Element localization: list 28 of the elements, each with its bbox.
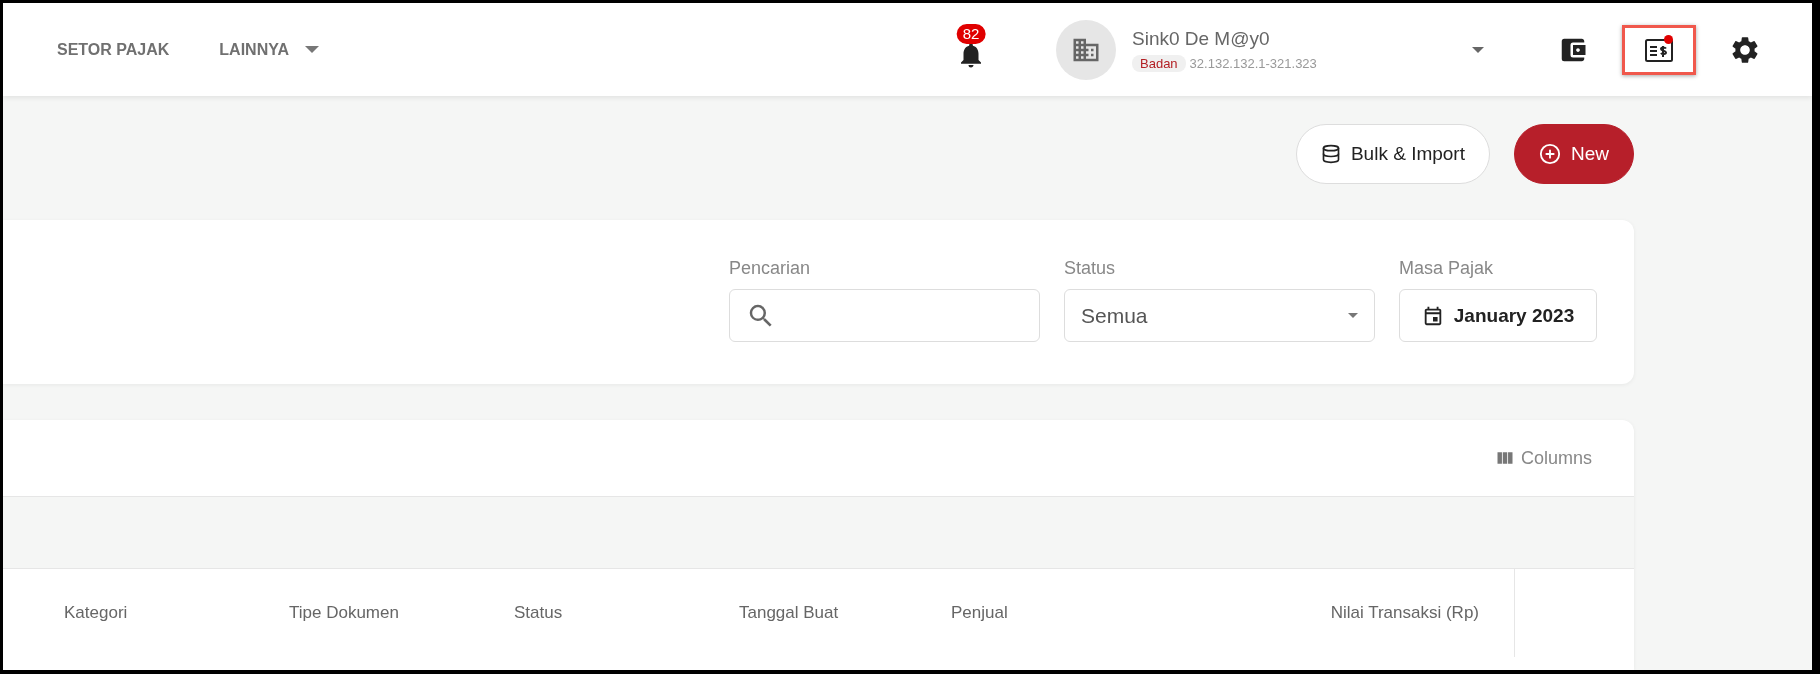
date-picker[interactable]: January 2023 [1399,289,1597,342]
columns-button[interactable]: Columns [1488,446,1598,470]
database-icon [1320,144,1341,164]
plus-circle-icon [1539,143,1561,165]
search-field[interactable] [729,289,1040,342]
column-header: Tanggal Buat [739,603,840,623]
column-header: Nilai Transaksi (Rp) [1329,603,1479,623]
field-label: Pencarian [729,258,812,279]
new-button[interactable]: New [1514,124,1634,184]
column-header: Tipe Dokumen [289,603,400,623]
toolbar-button[interactable] [1622,24,1696,75]
field-label: Status [1064,258,1117,279]
account-name: Sink0 De M@y0 [1132,27,1271,50]
caret-icon [1348,313,1358,318]
account-number: 32.132.132.1-321.323 [1189,55,1317,71]
nav-link[interactable]: LAINNYA [219,40,319,59]
receipt-icon [1645,36,1673,63]
notification-count: 82 [956,23,986,44]
status-select[interactable]: Semua [1064,289,1375,342]
nav-link[interactable]: SETOR PAJAK [57,40,170,59]
caret-icon [304,46,319,53]
account-type-tag: Badan [1132,54,1186,72]
caret-icon[interactable] [1472,46,1484,53]
column-header: Status [514,603,564,623]
column-header: Penjual [951,603,1009,623]
bulk-import-button[interactable]: Bulk & Import [1295,124,1490,184]
field-label: Masa Pajak [1399,258,1495,279]
column-header: Kategori [64,603,129,623]
